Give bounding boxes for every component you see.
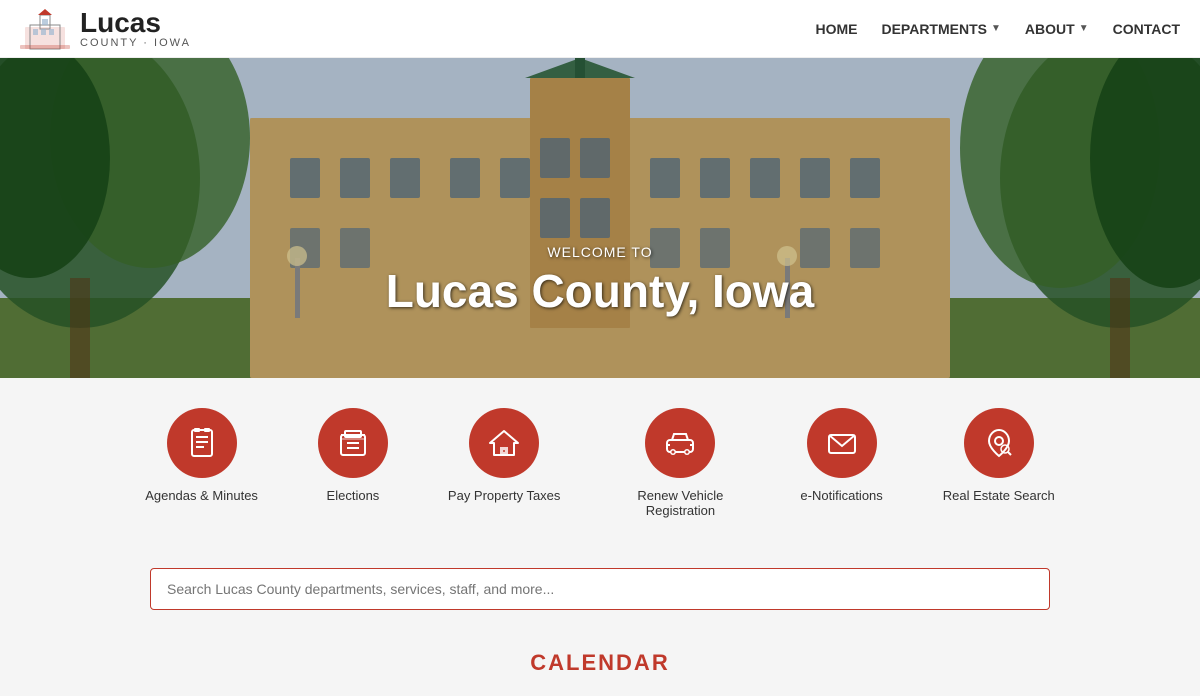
document-icon: [186, 427, 218, 459]
quick-link-agendas[interactable]: Agendas & Minutes: [145, 408, 258, 518]
about-dropdown-arrow: ▼: [1079, 23, 1089, 34]
quick-link-notifications[interactable]: e-Notifications: [800, 408, 882, 518]
departments-dropdown-arrow: ▼: [991, 23, 1001, 34]
map-search-icon: [983, 427, 1015, 459]
taxes-label: Pay Property Taxes: [448, 488, 560, 503]
elections-label: Elections: [327, 488, 380, 503]
calendar-title: CALENDAR: [20, 650, 1180, 676]
vehicle-circle: [645, 408, 715, 478]
main-nav: HOME DEPARTMENTS ▼ ABOUT ▼ CONTACT: [815, 21, 1180, 37]
logo-title: Lucas: [80, 9, 191, 37]
logo-icon: [20, 7, 70, 51]
nav-about[interactable]: ABOUT ▼: [1025, 21, 1089, 37]
house-icon: [488, 427, 520, 459]
hero-welcome: WELCOME TO: [386, 244, 815, 260]
nav-departments[interactable]: DEPARTMENTS ▼: [881, 21, 1000, 37]
site-header: Lucas COUNTY · IOWA HOME DEPARTMENTS ▼ A…: [0, 0, 1200, 58]
calendar-section: CALENDAR: [0, 630, 1200, 696]
quick-link-taxes[interactable]: Pay Property Taxes: [448, 408, 560, 518]
logo[interactable]: Lucas COUNTY · IOWA: [20, 7, 191, 51]
search-input[interactable]: [150, 568, 1050, 610]
ballot-icon: [337, 427, 369, 459]
notifications-label: e-Notifications: [800, 488, 882, 503]
hero-section: WELCOME TO Lucas County, Iowa: [0, 58, 1200, 378]
logo-text: Lucas COUNTY · IOWA: [80, 9, 191, 49]
realestate-label: Real Estate Search: [943, 488, 1055, 503]
elections-circle: [318, 408, 388, 478]
car-icon: [664, 427, 696, 459]
logo-subtitle: COUNTY · IOWA: [80, 37, 191, 49]
realestate-circle: [964, 408, 1034, 478]
taxes-circle: [469, 408, 539, 478]
quick-link-elections[interactable]: Elections: [318, 408, 388, 518]
quick-links-section: Agendas & Minutes Elections Pay Property…: [0, 378, 1200, 548]
nav-contact[interactable]: CONTACT: [1113, 21, 1180, 37]
hero-title: Lucas County, Iowa: [386, 264, 815, 318]
quick-link-vehicle[interactable]: Renew Vehicle Registration: [620, 408, 740, 518]
vehicle-label: Renew Vehicle Registration: [620, 488, 740, 518]
agendas-label: Agendas & Minutes: [145, 488, 258, 503]
hero-background: [0, 58, 1200, 378]
search-section: [0, 548, 1200, 630]
email-icon: [826, 427, 858, 459]
agendas-circle: [167, 408, 237, 478]
quick-link-realestate[interactable]: Real Estate Search: [943, 408, 1055, 518]
hero-text: WELCOME TO Lucas County, Iowa: [386, 244, 815, 318]
notifications-circle: [807, 408, 877, 478]
nav-home[interactable]: HOME: [815, 21, 857, 37]
